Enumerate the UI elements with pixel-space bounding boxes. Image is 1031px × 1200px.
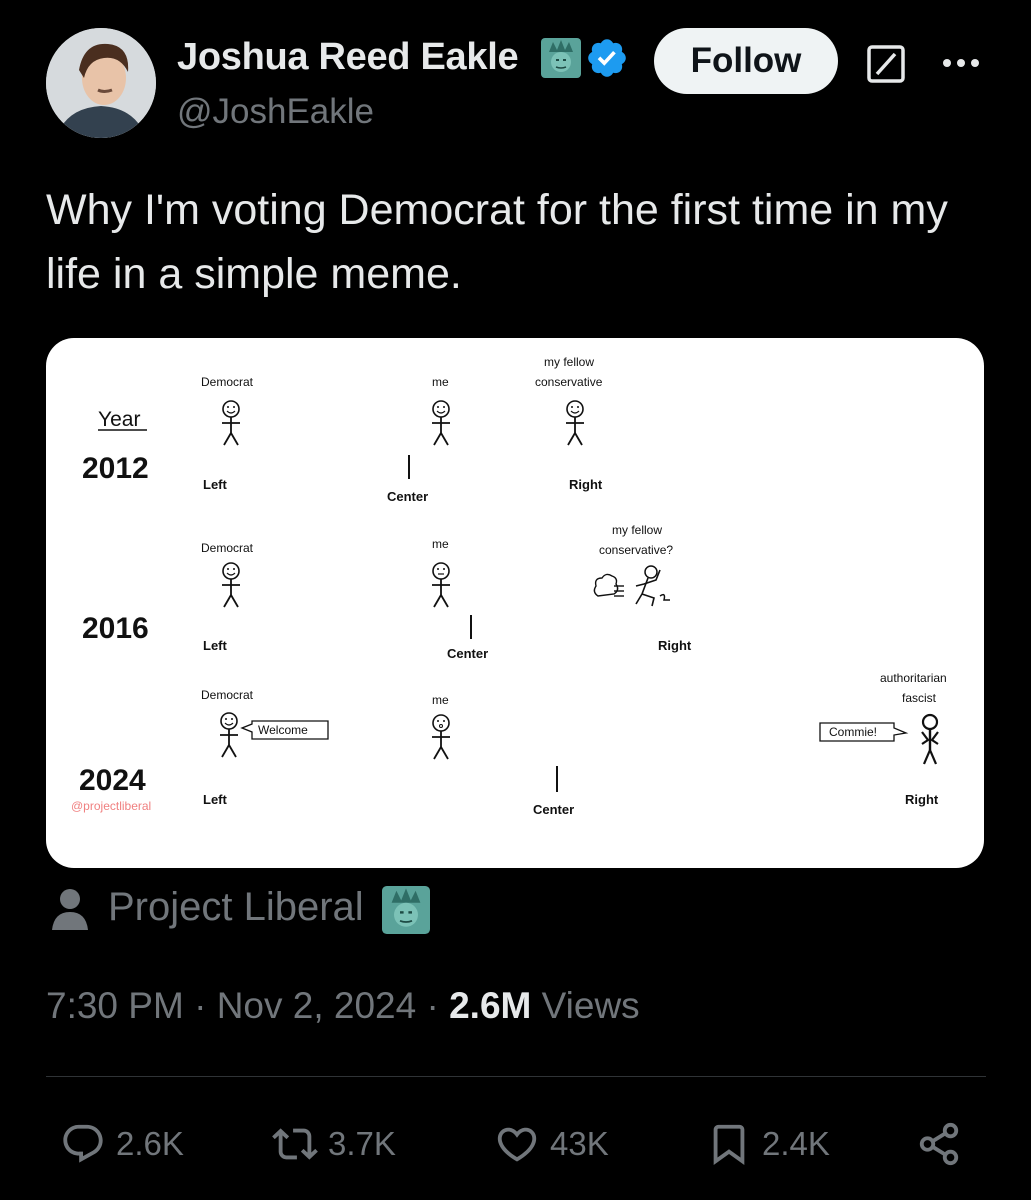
label-fascist-2024-a: authoritarian [880, 671, 947, 685]
axis-center-2024: Center [533, 802, 574, 817]
label-fellow-2016-a: my fellow [612, 523, 662, 537]
post-date[interactable]: Nov 2, 2024 [217, 985, 417, 1026]
verified-icon [585, 36, 629, 80]
reply-button[interactable]: 2.6K [60, 1120, 184, 1168]
speech-welcome: Welcome [258, 723, 308, 737]
meta-separator: · [194, 985, 207, 1026]
views-count: 2.6M [449, 985, 532, 1026]
label-fascist-2024-b: fascist [902, 691, 937, 705]
axis-center-2012: Center [387, 489, 428, 504]
speech-commie: Commie! [829, 725, 877, 739]
share-button[interactable] [916, 1120, 972, 1168]
reply-count: 2.6K [116, 1125, 184, 1162]
stick-fascist-2024 [921, 713, 939, 765]
label-me-2024: me [432, 693, 449, 707]
stick-me-2012 [431, 400, 451, 446]
media-attribution[interactable]: Project Liberal [108, 885, 364, 930]
follow-button[interactable]: Follow [654, 28, 838, 94]
label-fellow-2012-b: conservative [535, 375, 603, 389]
label-fellow-2016-b: conservative? [599, 543, 673, 557]
axis-right-2012: Right [569, 477, 603, 492]
more-icon[interactable] [942, 56, 980, 68]
repost-button[interactable]: 3.7K [272, 1120, 396, 1168]
author-handle[interactable]: @JoshEakle [177, 92, 374, 132]
label-fellow-2012-a: my fellow [544, 355, 594, 369]
axis-right-2016: Right [658, 638, 692, 653]
bookmark-icon [713, 1124, 745, 1165]
speech-bubble-welcome: Welcome [240, 720, 329, 740]
repost-icon [272, 1128, 318, 1160]
author-name[interactable]: Joshua Reed Eakle [177, 36, 519, 79]
repost-count: 3.7K [328, 1125, 396, 1162]
label-democrat-2012: Democrat [201, 375, 254, 389]
views-label: Views [541, 985, 640, 1026]
post-meta: 7:30 PM · Nov 2, 2024 · 2.6M Views [46, 985, 640, 1027]
like-icon [497, 1127, 537, 1162]
grok-icon[interactable] [866, 44, 906, 84]
post-text: Why I'm voting Democrat for the first ti… [46, 186, 948, 298]
year-2024: 2024 [79, 764, 146, 797]
person-icon [50, 888, 90, 930]
axis-right-2024: Right [905, 792, 939, 807]
reply-icon [63, 1124, 103, 1163]
stick-fellow-2012 [565, 400, 585, 446]
stick-democrat-2024 [219, 712, 239, 758]
statue-of-liberty-icon [541, 38, 581, 78]
statue-of-liberty-icon [382, 886, 430, 934]
stick-me-2016 [431, 562, 451, 608]
year-2012: 2012 [82, 452, 149, 485]
like-button[interactable]: 43K [494, 1120, 609, 1168]
stick-democrat-2012 [221, 400, 241, 446]
bookmark-count: 2.4K [762, 1125, 830, 1162]
watermark: @projectliberal [71, 799, 151, 813]
label-democrat-2024: Democrat [201, 688, 254, 702]
label-me-2016: me [432, 537, 449, 551]
label-democrat-2016: Democrat [201, 541, 254, 555]
stick-fellow-running-2016 [593, 565, 670, 607]
post-image[interactable]: Year 2012 Left Center Right Democrat me … [46, 338, 984, 868]
avatar[interactable] [46, 28, 156, 138]
axis-left-2024: Left [203, 792, 228, 807]
stick-me-2024 [431, 714, 451, 760]
axis-center-2016: Center [447, 646, 488, 661]
like-count: 43K [550, 1125, 609, 1162]
bookmark-button[interactable]: 2.4K [706, 1120, 830, 1168]
axis-left-2016: Left [203, 638, 228, 653]
speech-bubble-commie: Commie! [819, 722, 909, 742]
stick-democrat-2016 [221, 562, 241, 608]
divider [46, 1076, 986, 1077]
meta-separator: · [426, 985, 439, 1026]
label-me-2012: me [432, 375, 449, 389]
year-2016: 2016 [82, 612, 149, 645]
axis-left-2012: Left [203, 477, 228, 492]
year-header: Year [98, 408, 140, 431]
post-time[interactable]: 7:30 PM [46, 985, 184, 1026]
share-icon [919, 1122, 959, 1166]
